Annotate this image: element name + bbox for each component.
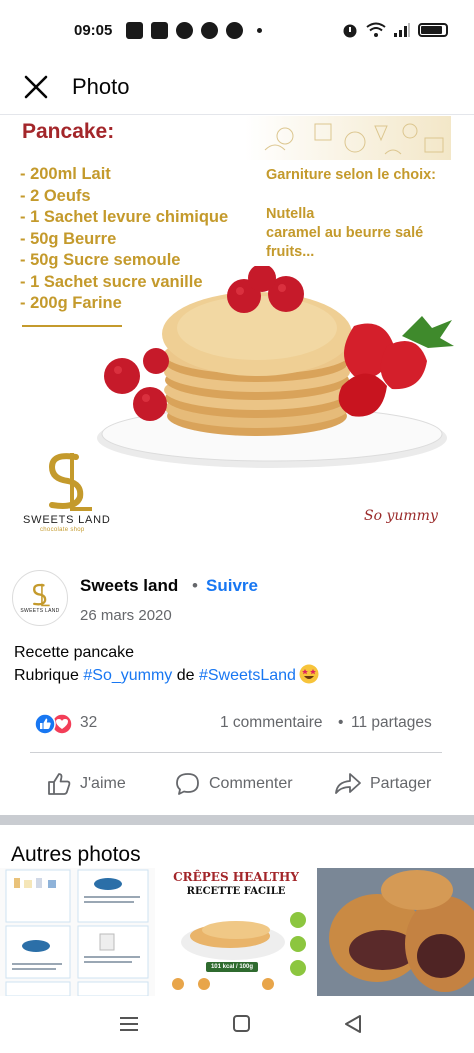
hashtag-link[interactable]: #So_yummy [83, 667, 172, 684]
square-icon[interactable] [228, 1013, 254, 1035]
page-title: Photo [72, 74, 130, 99]
message-icon [126, 21, 144, 39]
post-photo[interactable]: Pancake: - 200ml Lait - 2 Oeufs - 1 Sach… [0, 116, 474, 548]
photo-thumbnail[interactable]: CRÊPES HEALTHY RECETTE FACILE 101 kcal /… [158, 868, 314, 996]
app-notification-icon [226, 21, 244, 39]
comment-label: Commenter [209, 775, 293, 792]
dorayaki-thumbnail-image [317, 868, 474, 996]
reaction-count[interactable]: 32 [80, 714, 97, 732]
star-struck-emoji-icon [299, 664, 319, 684]
phone-icon [201, 21, 219, 39]
photo-thumbnail[interactable] [0, 868, 155, 996]
caption-line: Recette pancake [14, 644, 135, 661]
section-separator [0, 815, 474, 825]
more-notifications-icon [257, 27, 263, 33]
speech-bubble-icon [176, 773, 199, 795]
ingredient-item: - 50g Beurre [20, 229, 117, 248]
slogan: So yummy [364, 508, 438, 524]
sweets-land-logo-icon [48, 453, 92, 511]
status-bar: 09:05 [0, 0, 474, 60]
garniture-item: Nutella [266, 206, 315, 222]
shares-count-link[interactable]: 11 partages [351, 714, 432, 732]
photo-header: Photo [0, 60, 474, 115]
avatar[interactable]: SWEETS LAND [12, 570, 68, 626]
garniture-title: Garniture selon le choix: [266, 167, 437, 183]
signal-icon [394, 23, 410, 37]
like-button[interactable]: J'aime [46, 762, 126, 806]
comment-button[interactable]: Commenter [175, 762, 293, 806]
thumbs-up-icon [48, 773, 71, 795]
pancake-stack-illustration [97, 266, 454, 468]
status-time: 09:05 [74, 21, 113, 39]
close-button[interactable] [14, 65, 58, 109]
brand-subtitle: chocolate shop [40, 527, 85, 533]
post-caption: Recette pancake Rubrique #So_yummy de #S… [14, 642, 319, 687]
wifi-icon [366, 22, 386, 37]
share-arrow-icon [335, 773, 361, 794]
battery-icon [418, 23, 448, 37]
sweets-land-logo-icon [33, 583, 50, 606]
crepes-thumbnail-image [172, 912, 306, 990]
post-author: SWEETS LAND Sweets land • Suivre 26 mars… [0, 566, 474, 630]
reactions-row: 32 1 commentaire • 11 partages [0, 709, 474, 739]
thumbnail-title: CRÊPES HEALTHY [173, 870, 299, 884]
thumbnail-subtitle: RECETTE FACILE [186, 886, 286, 897]
share-label: Partager [370, 775, 432, 792]
navigation-bar [0, 996, 474, 1053]
recipe-steps-thumbnail-image [5, 869, 149, 996]
menu-lines-icon[interactable] [116, 1013, 142, 1035]
comments-count-link[interactable]: 1 commentaire [220, 714, 323, 732]
whatsapp-icon [176, 21, 194, 39]
other-photos-strip: CRÊPES HEALTHY RECETTE FACILE 101 kcal /… [0, 868, 474, 996]
ingredient-item: - 200ml Lait [20, 165, 111, 183]
other-photos-title: Autres photos [11, 843, 141, 866]
follow-button[interactable]: Suivre [206, 576, 258, 596]
share-button[interactable]: Partager [334, 762, 431, 806]
reaction-icons[interactable] [32, 713, 76, 735]
photo-thumbnail[interactable] [317, 868, 474, 996]
alarm-icon [343, 24, 357, 38]
ingredient-item: - 2 Oeufs [20, 186, 91, 205]
close-icon [24, 75, 48, 99]
page-name-link[interactable]: Sweets land [80, 576, 178, 596]
hashtag-link[interactable]: #SweetsLand [199, 667, 296, 684]
garniture-item: fruits... [266, 244, 315, 260]
avatar-label: SWEETS LAND [20, 607, 60, 614]
divider [30, 752, 442, 753]
pastry-pattern-decoration [245, 116, 451, 160]
calorie-badge: 101 kcal / 100g [210, 964, 254, 970]
post-actions: J'aime Commenter Partager [0, 762, 474, 806]
garniture-list: Nutella caramel au beurre salé fruits... [266, 205, 423, 262]
follow-separator: • [192, 576, 198, 595]
brand-name: SWEETS LAND [23, 514, 111, 526]
like-label: J'aime [80, 775, 126, 792]
caption-line: Rubrique #So_yummy de #SweetsLand [14, 664, 319, 687]
notification-icons [126, 21, 263, 39]
ingredient-item: - 1 Sachet levure chimique [20, 208, 229, 226]
post-date[interactable]: 26 mars 2020 [80, 607, 172, 624]
garniture-item: caramel au beurre salé [266, 225, 424, 241]
recipe-title: Pancake: [22, 120, 115, 143]
caption-text: Rubrique [14, 667, 84, 684]
game-controller-icon [151, 21, 169, 39]
caption-text: de [172, 667, 199, 684]
dot-separator: • [338, 714, 344, 731]
triangle-back-icon[interactable] [340, 1013, 366, 1035]
